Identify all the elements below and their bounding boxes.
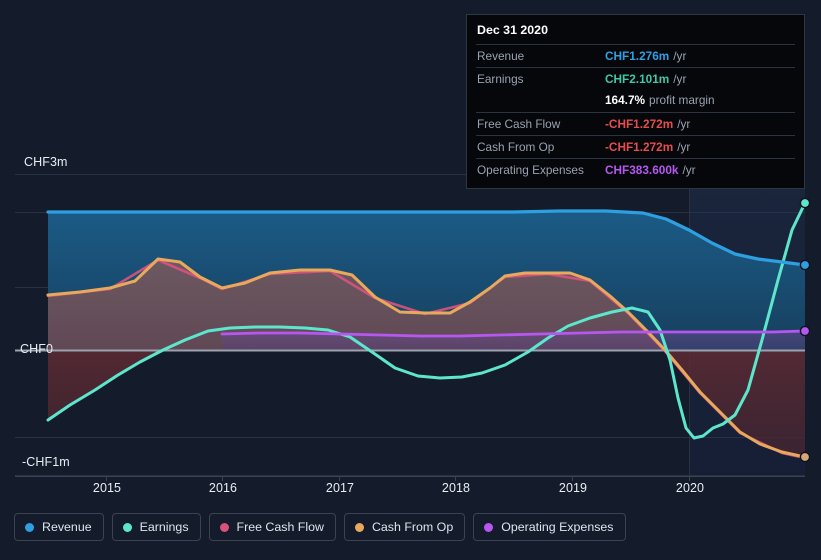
legend-label-cash-from-op: Cash From Op	[371, 520, 454, 534]
endpoint-operating-expenses	[799, 325, 811, 337]
legend-dot-icon-earnings	[122, 522, 132, 532]
y-axis-label-zero: CHF0	[20, 342, 54, 356]
tooltip-unit-revenue: /yr	[673, 49, 687, 63]
tooltip-label-revenue: Revenue	[477, 49, 525, 63]
tooltip-unit-cash-from-op: /yr	[677, 140, 691, 154]
x-axis-label-2018: 2018	[441, 481, 471, 495]
tooltip-label-profit-margin: profit margin	[649, 93, 715, 107]
tooltip-value-operating-expenses: CHF383.600k	[605, 163, 679, 177]
tooltip-label-earnings: Earnings	[477, 72, 524, 86]
endpoint-earnings	[799, 197, 811, 209]
tooltip-value-profit-margin: 164.7%	[605, 93, 646, 107]
tooltip-row-revenue: Revenue CHF1.276m /yr	[476, 44, 795, 67]
legend-item-revenue[interactable]: Revenue	[14, 513, 104, 541]
endpoint-revenue	[799, 259, 811, 271]
chart-tooltip: Dec 31 2020 Revenue CHF1.276m /yr Earnin…	[466, 14, 805, 189]
x-axis-label-2015: 2015	[92, 481, 122, 495]
tooltip-label-free-cash-flow: Free Cash Flow	[477, 117, 561, 131]
legend-label-earnings: Earnings	[139, 520, 189, 534]
tooltip-row-operating-expenses: Operating Expenses CHF383.600k /yr	[476, 158, 795, 181]
tooltip-value-earnings: CHF2.101m	[605, 72, 670, 86]
x-axis-label-2016: 2016	[208, 481, 238, 495]
tooltip-unit-free-cash-flow: /yr	[677, 117, 691, 131]
legend-item-cash-from-op[interactable]: Cash From Op	[343, 513, 466, 541]
legend-item-free-cash-flow[interactable]: Free Cash Flow	[208, 513, 336, 541]
y-axis-label-top: CHF3m	[24, 155, 68, 169]
legend-dot-icon-free-cash-flow	[219, 522, 229, 532]
tooltip-unit-operating-expenses: /yr	[682, 163, 696, 177]
tooltip-unit-earnings: /yr	[673, 72, 687, 86]
chart-legend: Revenue Earnings Free Cash Flow Cash Fro…	[14, 513, 626, 541]
tooltip-row-free-cash-flow: Free Cash Flow -CHF1.272m /yr	[476, 112, 795, 135]
endpoint-cash-from-op	[799, 451, 811, 463]
financial-performance-chart: CHF3m CHF0 -CHF1m 2015 2016 2017 2018 20…	[0, 0, 821, 560]
legend-item-operating-expenses[interactable]: Operating Expenses	[473, 513, 626, 541]
legend-label-operating-expenses: Operating Expenses	[501, 520, 614, 534]
tooltip-row-profit-margin: 164.7% profit margin	[476, 90, 795, 112]
tooltip-label-cash-from-op: Cash From Op	[477, 140, 555, 154]
tooltip-row-earnings: Earnings CHF2.101m /yr	[476, 67, 795, 90]
legend-dot-icon-cash-from-op	[354, 522, 364, 532]
y-axis-label-bottom: -CHF1m	[22, 455, 70, 469]
tooltip-label-operating-expenses: Operating Expenses	[477, 163, 584, 177]
x-axis-label-2020: 2020	[675, 481, 705, 495]
legend-dot-icon-revenue	[25, 522, 34, 532]
x-axis-label-2017: 2017	[325, 481, 355, 495]
tooltip-value-cash-from-op: -CHF1.272m	[605, 140, 674, 154]
tooltip-date: Dec 31 2020	[477, 23, 548, 37]
legend-dot-icon-operating-expenses	[484, 522, 494, 532]
legend-label-free-cash-flow: Free Cash Flow	[236, 520, 324, 534]
legend-label-revenue: Revenue	[42, 520, 92, 534]
tooltip-row-cash-from-op: Cash From Op -CHF1.272m /yr	[476, 135, 795, 158]
legend-item-earnings[interactable]: Earnings	[111, 513, 201, 541]
x-axis-label-2019: 2019	[558, 481, 588, 495]
tooltip-value-revenue: CHF1.276m	[605, 49, 670, 63]
tooltip-value-free-cash-flow: -CHF1.272m	[605, 117, 674, 131]
